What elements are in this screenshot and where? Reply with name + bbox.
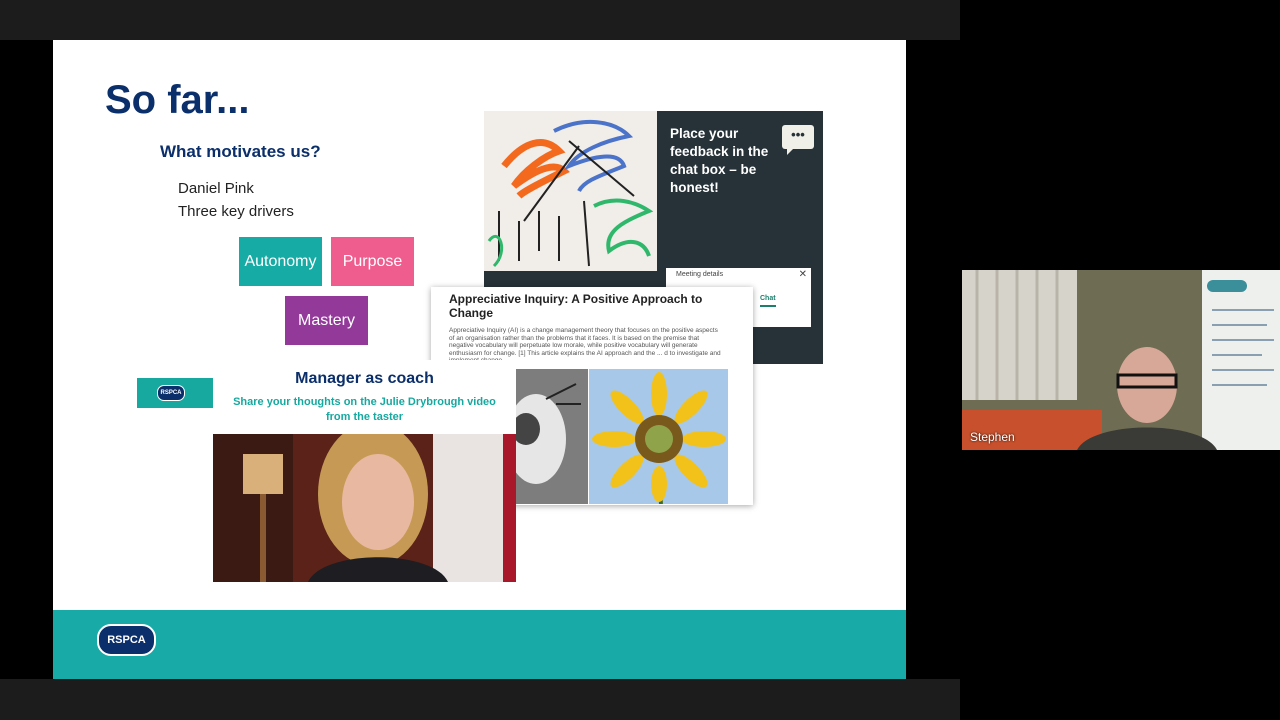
driver-mastery: Mastery [285,296,368,345]
article-body: Appreciative Inquiry (AI) is a change ma… [449,327,721,363]
meeting-details-label: Meeting details [676,271,724,278]
chat-bubble-icon: ••• [782,125,814,155]
close-icon: ✕ [798,269,807,280]
sunflower-image [589,369,728,505]
coach-subtitle: Share your thoughts on the Julie Drybrou… [233,396,496,423]
chat-tab: Chat [760,295,776,307]
gray-flower-image [506,369,588,504]
driver-purpose: Purpose [331,237,414,286]
rspca-logo: RSPCA [97,624,156,656]
meeting-top-bar [0,0,960,40]
slide-line-drivers: Three key drivers [178,203,294,220]
coach-logo-tag: RSPCA [137,378,213,408]
driver-autonomy: Autonomy [239,237,322,286]
slide-footer-band: RSPCA [53,610,906,679]
slide-subheading: What motivates us? [160,142,321,161]
coach-title: Manager as coach [295,370,434,387]
article-title: Appreciative Inquiry: A Positive Approac… [449,292,703,320]
participant-video-tile[interactable]: Stephen [962,270,1280,450]
rspca-mini-logo: RSPCA [157,385,185,401]
coach-video-still [213,434,516,582]
shared-slide: So far... What motivates us? Daniel Pink… [53,40,906,679]
manager-coach-box: Manager as coach Share your thoughts on … [213,360,516,434]
chat-feedback-text: Place your feedback in the chat box – be… [670,126,769,195]
meeting-bottom-bar [0,679,960,720]
slide-line-author: Daniel Pink [178,180,254,197]
scribble-drawing [484,111,657,271]
participant-name: Stephen [970,430,1015,444]
slide-title: So far... [105,78,250,122]
